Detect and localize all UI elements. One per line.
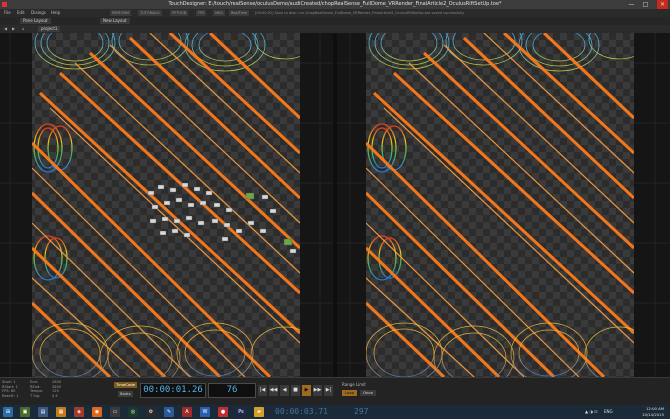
window-title: TouchDesigner: E:/touch/realSense/oculus… bbox=[168, 1, 502, 7]
loop-button[interactable]: Loop bbox=[342, 390, 358, 396]
menu-bar: File Edit Dialogs Help PERFORM TUTORIALS… bbox=[0, 9, 670, 17]
photos-icon[interactable]: ▣ bbox=[20, 407, 30, 417]
menu-file[interactable]: File bbox=[4, 9, 11, 17]
beats-toggle[interactable]: Beats bbox=[118, 391, 133, 397]
msg-tag[interactable]: MSG bbox=[213, 10, 225, 16]
media-icon[interactable]: ◈ bbox=[74, 407, 84, 417]
tempo-value[interactable]: 120 bbox=[52, 389, 59, 393]
clock-date: 10/14/2015 bbox=[642, 411, 664, 417]
pdf-icon[interactable]: A bbox=[182, 407, 192, 417]
breadcrumb[interactable]: project1 bbox=[38, 26, 61, 32]
photoshop-icon[interactable]: Ps bbox=[236, 407, 246, 417]
tsig-value[interactable]: 4 4 bbox=[52, 394, 58, 398]
stop-button[interactable]: ■ bbox=[291, 385, 300, 396]
record-icon[interactable]: ● bbox=[218, 407, 228, 417]
tab-pane-layout[interactable]: Pane Layout bbox=[20, 18, 51, 24]
note-icon[interactable]: ▰ bbox=[254, 407, 264, 417]
timecode-overlay: 00:00:03.71 bbox=[275, 407, 328, 416]
maximize-button[interactable]: □ bbox=[640, 0, 651, 9]
fps-label: FPS: bbox=[2, 389, 10, 394]
tsig-label: T Sig: bbox=[30, 393, 41, 398]
close-button[interactable]: ✕ bbox=[657, 0, 668, 9]
network-path-bar: ◀ ▶ ⌂ project1 bbox=[0, 25, 670, 33]
menu-dialogs[interactable]: Dialogs bbox=[31, 9, 46, 17]
app-icon[interactable]: ◎ bbox=[128, 407, 138, 417]
files-icon[interactable]: ▤ bbox=[38, 407, 48, 417]
rend-value[interactable]: 2800 bbox=[52, 385, 61, 389]
clock-time: 12:00 AM bbox=[645, 406, 664, 411]
tempo-label: Tempo: bbox=[30, 389, 43, 394]
frame-display[interactable]: 76 bbox=[208, 383, 256, 398]
title-bar: TouchDesigner: E:/touch/realSense/oculus… bbox=[0, 0, 670, 9]
timecode-display[interactable]: 00:00:01.26 bbox=[140, 383, 206, 398]
resetf-label: ResetF: bbox=[2, 393, 16, 398]
back-arrow-icon[interactable]: ◀ bbox=[4, 25, 7, 33]
pen-icon[interactable]: ✎ bbox=[164, 407, 174, 417]
start-label: Start: bbox=[2, 380, 12, 384]
realtime-tag[interactable]: RealTime bbox=[229, 10, 250, 16]
language-indicator[interactable]: ENG bbox=[604, 409, 613, 414]
settings-icon[interactable]: ⚙ bbox=[146, 407, 156, 417]
left-eye-view bbox=[32, 33, 300, 377]
resetf-value[interactable]: 1 bbox=[16, 394, 18, 398]
forward-arrow-icon[interactable]: ▶ bbox=[12, 25, 15, 33]
play-reverse-button[interactable]: ◀ bbox=[280, 385, 289, 396]
terminal-icon[interactable]: ▭ bbox=[110, 407, 120, 417]
timeline-settings: Start: 1 RStart: 1 FPS: 60 ResetF: 1 End… bbox=[2, 380, 61, 398]
tray-icons[interactable]: ▲ ◑ ⊡ bbox=[585, 409, 597, 414]
tutorials-tag[interactable]: TUTORIALS bbox=[138, 10, 162, 16]
render-viewer[interactable] bbox=[0, 33, 670, 377]
viewer-divider[interactable] bbox=[333, 33, 337, 377]
rstart-value[interactable]: 1 bbox=[16, 385, 18, 389]
play-button[interactable]: ▶ bbox=[302, 385, 311, 396]
once-button[interactable]: Once bbox=[360, 390, 376, 396]
step-back-button[interactable]: ◀◀ bbox=[269, 385, 278, 396]
timecode-toggle[interactable]: TimeCode bbox=[114, 382, 138, 388]
clock[interactable]: 12:00 AM 10/14/2015 bbox=[642, 406, 664, 417]
skip-end-button[interactable]: ▶| bbox=[324, 385, 333, 396]
minimize-button[interactable]: — bbox=[626, 0, 637, 9]
timeline-panel: Start: 1 RStart: 1 FPS: 60 ResetF: 1 End… bbox=[0, 377, 670, 406]
rstart-label: RStart: bbox=[2, 384, 15, 389]
menu-help[interactable]: Help bbox=[51, 9, 60, 17]
firefox-icon[interactable]: ◉ bbox=[92, 407, 102, 417]
rewind-start-button[interactable]: |◀ bbox=[258, 385, 267, 396]
menu-edit[interactable]: Edit bbox=[17, 9, 25, 17]
start-value[interactable]: 1 bbox=[13, 380, 15, 384]
rend-label: REnd: bbox=[30, 384, 41, 389]
folder-icon[interactable]: ▦ bbox=[56, 407, 66, 417]
right-eye-view bbox=[366, 33, 634, 377]
status-message: [00:00:52] Save to disk: run /chopRealSe… bbox=[255, 11, 465, 15]
range-limit-label: Range Limit bbox=[342, 382, 366, 387]
python-tag[interactable]: PYTHON bbox=[170, 10, 189, 16]
windows-taskbar: ⊞ ▣ ▤ ▦ ◈ ◉ ▭ ◎ ⚙ ✎ A W ● Ps ▰ 00:00:03.… bbox=[0, 405, 670, 419]
tab-new-layout[interactable]: New Layout bbox=[100, 18, 130, 24]
fps-tag[interactable]: FPS bbox=[196, 10, 207, 16]
pane-bar: Pane Layout New Layout bbox=[0, 17, 670, 25]
end-value[interactable]: 2800 bbox=[52, 380, 61, 384]
start-icon[interactable]: ⊞ bbox=[3, 407, 13, 417]
step-forward-button[interactable]: ▶▶ bbox=[313, 385, 322, 396]
end-label: End: bbox=[30, 380, 39, 384]
perform-tag[interactable]: PERFORM bbox=[110, 10, 131, 16]
fps-value[interactable]: 60 bbox=[11, 389, 16, 393]
home-icon[interactable]: ⌂ bbox=[22, 25, 25, 33]
word-icon[interactable]: W bbox=[200, 407, 210, 417]
frame-overlay: 297 bbox=[354, 407, 369, 416]
